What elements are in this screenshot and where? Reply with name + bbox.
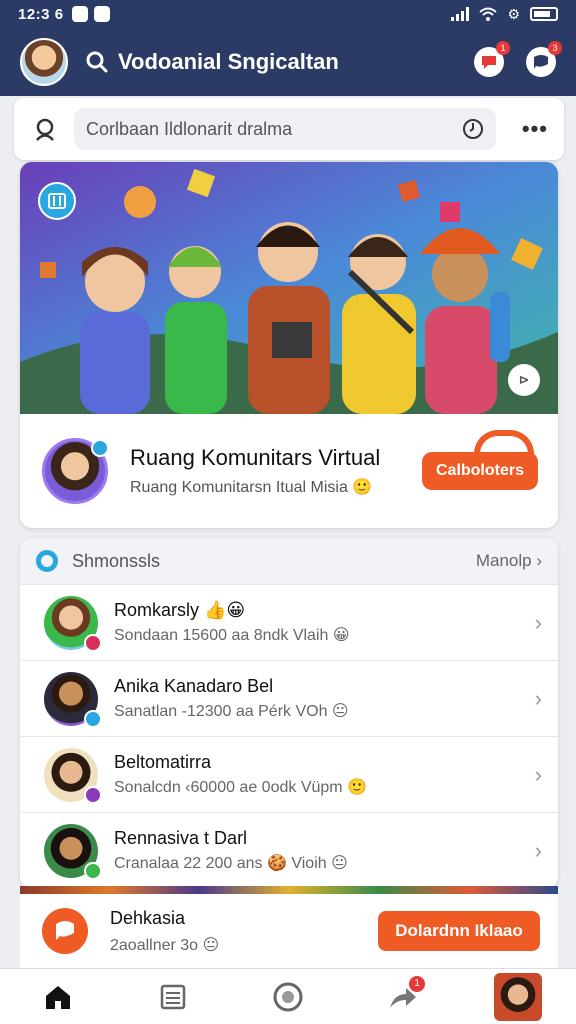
list-item-name: Anika Kanadaro Bel	[114, 676, 274, 696]
nav-chat[interactable]	[258, 972, 318, 1022]
chevron-right-icon: ›	[534, 837, 542, 863]
members-list-card: Shmonssls Manolp › Romkarsly 👍😀 Sondaan …	[20, 538, 558, 888]
status-badge	[84, 709, 102, 728]
message-icon	[534, 55, 548, 69]
history-icon[interactable]	[462, 118, 484, 140]
wifi-icon	[479, 7, 498, 21]
list-item[interactable]: Romkarsly 👍😀 Sondaan 15600 aa 8ndk Vlaih…	[20, 584, 558, 660]
status-bar: 12:3 6 ⚙	[0, 0, 576, 28]
list-item-name: Beltomatirra	[114, 752, 212, 772]
section-title: Shmonssls	[72, 550, 161, 571]
list-item-meta: Sanatlan -12300 aa Pérk VOh 😐	[114, 703, 349, 720]
community-title: Ruang Komunitars Virtual	[130, 445, 381, 470]
list-item-meta: Sonalcdn ‹60000 ae 0odk Vüpm 🙂	[114, 779, 367, 796]
avatar	[44, 823, 102, 880]
promo-title: Dehkasia	[110, 907, 186, 928]
community-badge-icon	[38, 182, 76, 220]
promo-banner-strip	[20, 886, 558, 894]
nav-share[interactable]: 1	[373, 972, 433, 1022]
community-banner-image	[20, 162, 558, 414]
notification-badge: 1	[496, 41, 510, 55]
chevron-right-icon: ›	[534, 685, 542, 711]
home-icon	[45, 985, 70, 1009]
list-item[interactable]: Beltomatirra Sonalcdn ‹60000 ae 0odk Vüp…	[20, 736, 558, 812]
battery-icon	[530, 7, 558, 21]
join-community-button[interactable]: Calboloters	[422, 430, 538, 490]
carousel-next-button[interactable]: ⊳	[508, 364, 540, 396]
mail-notification-icon	[93, 6, 110, 22]
verified-icon	[91, 439, 109, 457]
list-item[interactable]: Anika Kanadaro Bel Sanatlan -12300 aa Pé…	[20, 660, 558, 736]
status-notification-icons	[71, 6, 110, 22]
list-item-meta: Sondaan 15600 aa 8ndk Vlaih 😀	[114, 627, 350, 644]
chat-bubble-icon	[482, 56, 496, 69]
chevron-right-icon: ›	[534, 609, 542, 635]
message-badge: 3	[548, 41, 562, 55]
app-notification-icon	[71, 6, 88, 22]
nav-profile[interactable]	[488, 972, 548, 1022]
chat-circle-icon	[273, 982, 303, 1011]
promo-subtitle: 2aoallner 3o 😐	[110, 936, 220, 954]
community-subtitle: Ruang Komunitarsn Itual Misia 🙂	[130, 479, 373, 496]
avatar	[44, 595, 102, 652]
chat-icon	[42, 908, 88, 954]
notifications-button[interactable]: 1	[474, 41, 510, 77]
app-header: Vodoanial Sngicaltan 1 3	[0, 28, 576, 96]
avatar	[44, 747, 102, 804]
newspaper-icon	[160, 984, 186, 1009]
members-list-header: Shmonssls Manolp ›	[20, 538, 558, 584]
alarm-icon: ⚙	[507, 5, 520, 22]
profile-avatar	[494, 972, 543, 1021]
list-item-name: Romkarsly 👍😀	[114, 600, 246, 620]
avatar	[44, 671, 102, 728]
nav-badge: 1	[409, 975, 426, 992]
section-indicator-icon	[36, 550, 58, 572]
app-title: Vodoanial Sngicaltan	[118, 49, 339, 74]
signal-icon	[451, 7, 470, 21]
list-item-meta: Cranalaa 22 200 ans 🍪 Vioih 😐	[114, 855, 348, 872]
promo-card: Dehkasia 2aoallner 3o 😐 Dolardnn Iklaao	[20, 894, 558, 968]
status-badge	[84, 633, 102, 652]
search-field[interactable]	[74, 108, 496, 150]
promo-action-button[interactable]: Dolardnn Iklaao	[378, 911, 540, 951]
search-icon[interactable]	[86, 51, 108, 73]
featured-community-info: Ruang Komunitars Virtual Ruang Komunitar…	[20, 414, 558, 528]
status-badge	[84, 785, 102, 804]
more-options-icon[interactable]: •••	[522, 116, 548, 142]
featured-community-card[interactable]: ⊳ Ruang Komunitars Virtual Ruang Komunit…	[20, 162, 558, 528]
nav-home[interactable]	[28, 972, 88, 1022]
nav-feed[interactable]	[143, 972, 203, 1022]
search-input[interactable]	[86, 118, 462, 140]
list-item[interactable]: Rennasiva t Darl Cranalaa 22 200 ans 🍪 V…	[20, 812, 558, 888]
bottom-navigation: 1	[0, 968, 576, 1024]
status-badge	[84, 861, 102, 880]
user-icon[interactable]	[34, 117, 58, 141]
chevron-right-icon: ›	[534, 761, 542, 787]
status-time: 12:3 6	[18, 5, 64, 23]
messages-button[interactable]: 3	[526, 41, 562, 77]
community-avatar	[42, 438, 109, 504]
see-more-link[interactable]: Manolp ›	[476, 551, 542, 571]
profile-avatar[interactable]	[20, 38, 68, 86]
search-card: •••	[14, 98, 564, 160]
list-item-name: Rennasiva t Darl	[114, 828, 248, 848]
